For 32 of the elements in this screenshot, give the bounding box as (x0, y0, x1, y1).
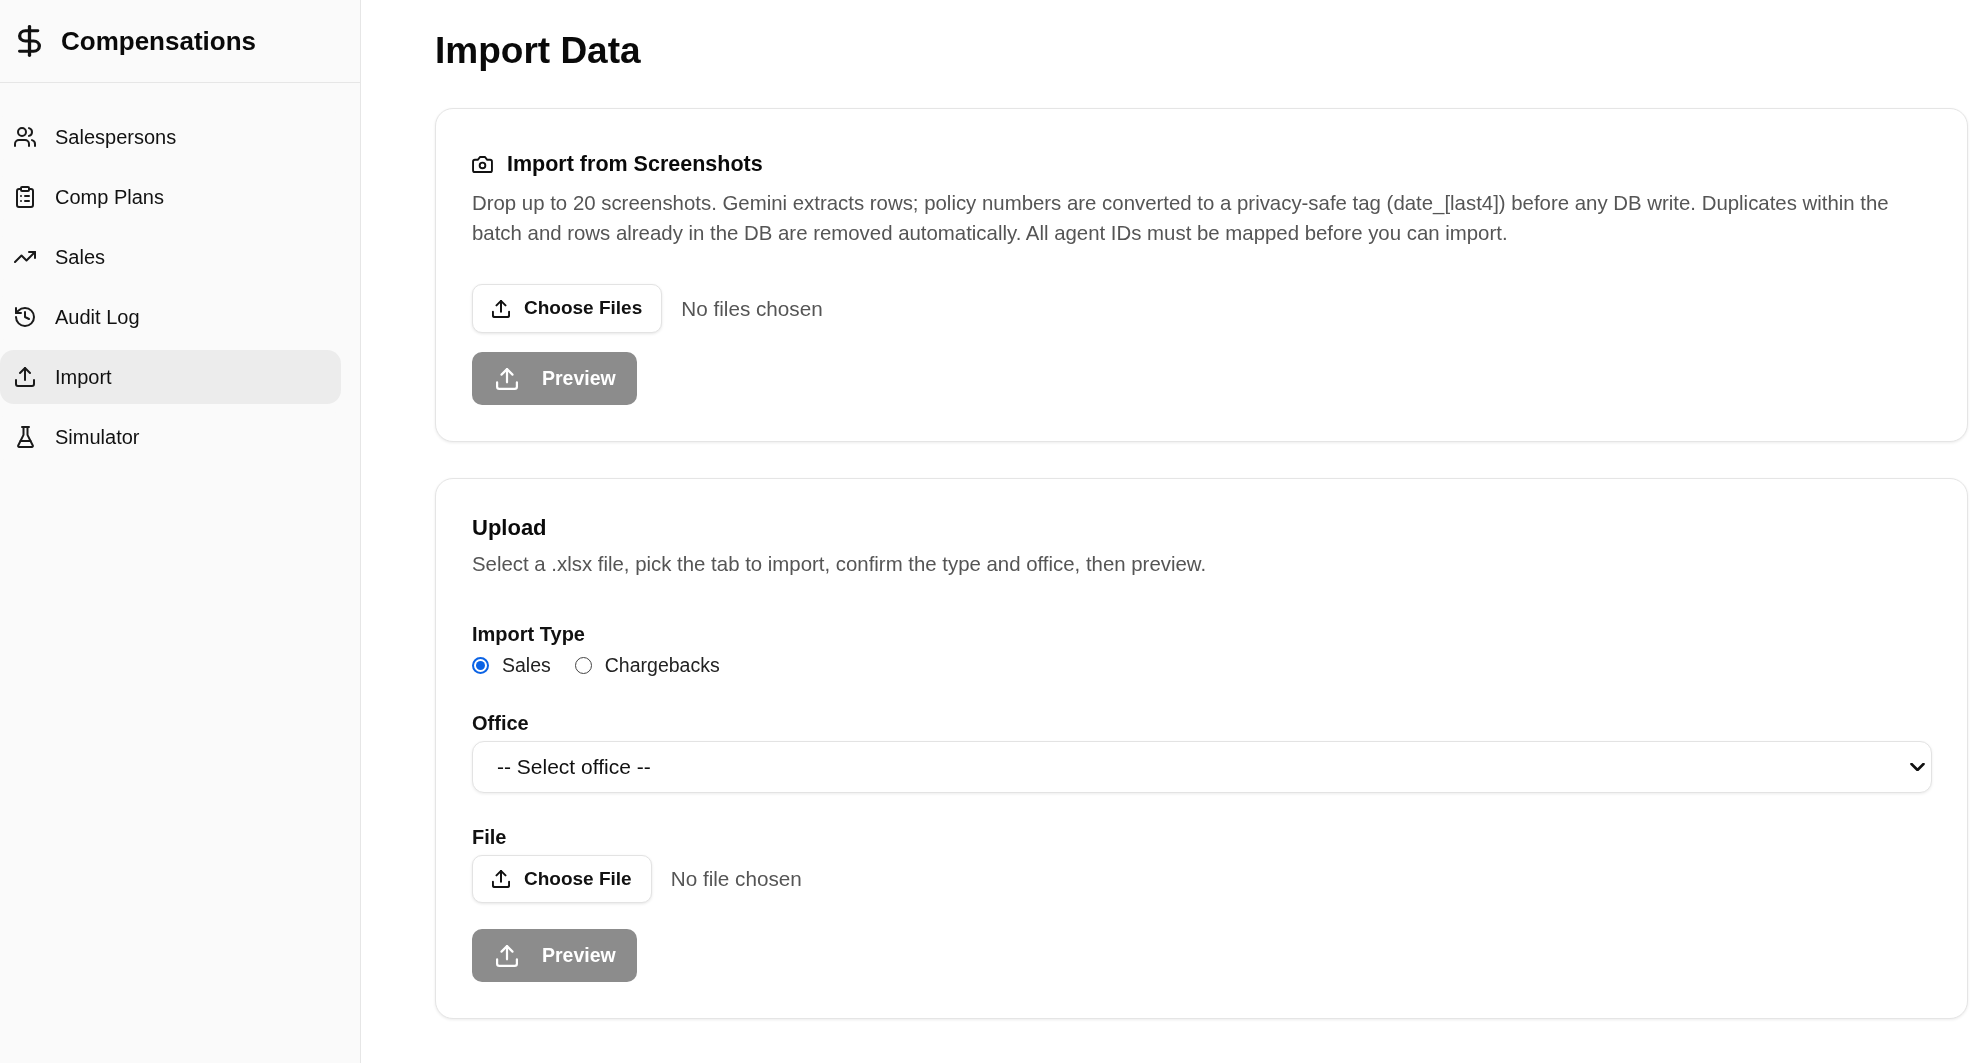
dollar-sign-icon (18, 25, 41, 57)
section-title: Upload (472, 514, 547, 542)
choose-files-button[interactable]: Choose Files (472, 284, 663, 333)
users-icon (14, 127, 36, 147)
radio-label[interactable]: Sales (502, 652, 551, 678)
upload-icon (496, 944, 518, 967)
radio-button[interactable] (574, 656, 592, 674)
upload-icon (492, 299, 510, 318)
sidebar-item[interactable]: Import (0, 350, 341, 404)
file-status: No files chosen (681, 295, 823, 322)
field-label: File (472, 825, 507, 850)
camera-icon (472, 155, 493, 173)
upload-icon (492, 870, 510, 888)
field-label: Import Type (472, 622, 585, 647)
clipboard-list-icon (16, 186, 34, 208)
section-description: Drop up to 20 screenshots. Gemini extracts rows; policy numbers are converted to a privacy-safe tag (date_[last4]) before any DB write. Duplicates within the batch and rows already in the DB are removed automatically. All agent IDs must be mapped before you can import. (472, 191, 1890, 246)
brand-title: Compensations (61, 25, 257, 57)
section-description: Select a .xlsx file, pick the tab to import, confirm the type and office, then preview. (472, 552, 1208, 577)
field-label: Office (472, 711, 529, 736)
history-icon (15, 307, 35, 327)
page-title: Import Data (435, 29, 641, 73)
upload-icon (15, 367, 35, 387)
radio-label[interactable]: Chargebacks (604, 652, 720, 678)
flask-icon (16, 426, 34, 448)
section-title: Import from Screenshots (507, 151, 763, 178)
radio-button[interactable] (472, 656, 489, 674)
file-status: No file chosen (670, 866, 802, 893)
choose-file-button[interactable]: Choose File (472, 855, 652, 903)
trend-up-icon (14, 251, 36, 263)
chevron-down-icon (1910, 763, 1925, 771)
upload-icon (496, 367, 518, 390)
office-select[interactable]: -- Select office -- (472, 741, 1932, 793)
